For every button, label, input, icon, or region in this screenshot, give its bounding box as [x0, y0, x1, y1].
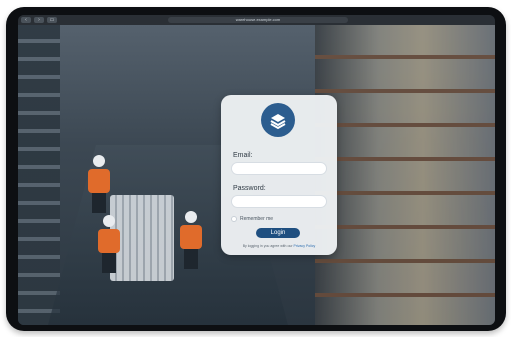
- laptop-frame: ‹ › ▭ warehouse.example.com Email: Passw…: [6, 7, 506, 331]
- right-rack: [315, 25, 495, 325]
- worker: [98, 215, 120, 275]
- remember-me[interactable]: Remember me: [231, 216, 273, 222]
- browser-toolbar: ‹ › ▭ warehouse.example.com: [18, 15, 495, 25]
- terms-text: By logging in you agree with our Privacy…: [227, 244, 331, 248]
- back-button[interactable]: ‹: [21, 17, 31, 23]
- address-bar[interactable]: warehouse.example.com: [168, 17, 348, 23]
- remember-checkbox[interactable]: [231, 216, 237, 222]
- worker: [180, 211, 202, 271]
- stacked-layers-icon: [261, 103, 295, 137]
- terms-prefix: By logging in you agree with our: [242, 244, 293, 248]
- email-field[interactable]: [231, 162, 327, 175]
- worker: [88, 155, 110, 215]
- login-card: Email: Password: Remember me Login By lo…: [221, 95, 337, 255]
- screen: ‹ › ▭ warehouse.example.com Email: Passw…: [18, 15, 495, 325]
- remember-label: Remember me: [240, 216, 274, 222]
- login-button[interactable]: Login: [256, 228, 300, 238]
- forward-button[interactable]: ›: [34, 17, 44, 23]
- left-rack: [18, 25, 60, 325]
- privacy-policy-link[interactable]: Privacy Policy: [294, 244, 316, 248]
- password-field[interactable]: [231, 195, 327, 208]
- sidebar-toggle-button[interactable]: ▭: [47, 17, 57, 23]
- email-label: Email:: [233, 152, 253, 159]
- password-label: Password:: [233, 185, 266, 192]
